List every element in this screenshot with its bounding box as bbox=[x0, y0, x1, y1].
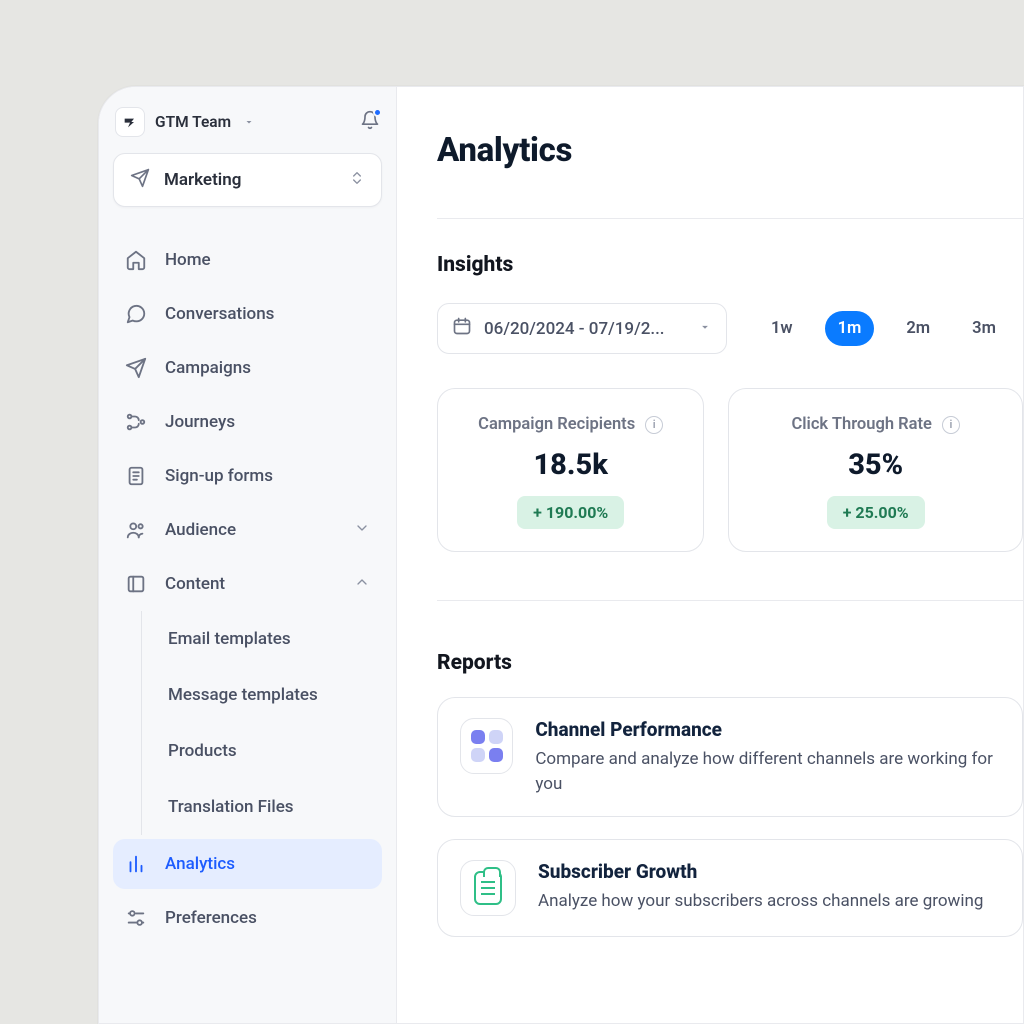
range-tab-3m[interactable]: 3m bbox=[962, 313, 1006, 344]
report-description: Analyze how your subscribers across chan… bbox=[538, 889, 983, 914]
chevron-up-icon bbox=[354, 574, 370, 595]
sidebar-item-preferences[interactable]: Preferences bbox=[113, 893, 382, 943]
reports-section: Reports Channel Performance Compare and … bbox=[437, 651, 1023, 937]
range-tab-1w[interactable]: 1w bbox=[761, 313, 803, 344]
sidebar-subitem-products[interactable]: Products bbox=[162, 723, 382, 779]
card-delta: + 190.00% bbox=[517, 496, 624, 529]
reports-title: Reports bbox=[437, 651, 1023, 675]
sliders-icon bbox=[125, 907, 147, 929]
notification-dot bbox=[373, 108, 382, 117]
team-name: GTM Team bbox=[155, 113, 231, 131]
users-icon bbox=[125, 519, 147, 541]
sidebar-item-journeys[interactable]: Journeys bbox=[113, 397, 382, 447]
sidebar-item-label: Journeys bbox=[165, 412, 235, 432]
sidebar-subitem-message-templates[interactable]: Message templates bbox=[162, 667, 382, 723]
card-value: 18.5k bbox=[458, 448, 683, 482]
sidebar-subitem-translation-files[interactable]: Translation Files bbox=[162, 779, 382, 835]
sidebar-item-label: Analytics bbox=[165, 854, 235, 874]
chat-icon bbox=[125, 303, 147, 325]
insight-cards: Campaign Recipients i 18.5k + 190.00% Cl… bbox=[437, 388, 1023, 552]
report-description: Compare and analyze how different channe… bbox=[535, 747, 1000, 796]
sidebar: GTM Team Marketing Home bbox=[99, 87, 397, 1023]
divider bbox=[437, 218, 1023, 219]
date-range-value: 06/20/2024 - 07/19/2... bbox=[484, 319, 665, 339]
chevron-down-icon bbox=[698, 319, 712, 339]
sidebar-content-submenu: Email templates Message templates Produc… bbox=[141, 611, 382, 835]
main-content: Analytics Insights 06/20/2024 - 07/19/2.… bbox=[397, 87, 1023, 1023]
report-title: Channel Performance bbox=[535, 718, 1000, 741]
card-delta: + 25.00% bbox=[827, 496, 925, 529]
workspace-switcher[interactable]: Marketing bbox=[113, 153, 382, 207]
sidebar-item-content[interactable]: Content bbox=[113, 559, 382, 609]
bar-chart-icon bbox=[125, 853, 147, 875]
sidebar-item-label: Sign-up forms bbox=[165, 466, 273, 486]
sidebar-item-home[interactable]: Home bbox=[113, 235, 382, 285]
send-icon bbox=[125, 357, 147, 379]
notifications-button[interactable] bbox=[360, 110, 380, 134]
sidebar-item-label: Conversations bbox=[165, 304, 274, 324]
branch-icon bbox=[125, 411, 147, 433]
sidebar-item-campaigns[interactable]: Campaigns bbox=[113, 343, 382, 393]
insight-controls: 06/20/2024 - 07/19/2... 1w 1m 2m 3m 6m 1… bbox=[437, 303, 1023, 354]
report-title: Subscriber Growth bbox=[538, 860, 983, 883]
sidebar-item-label: Preferences bbox=[165, 908, 257, 928]
sidebar-item-label: Content bbox=[165, 574, 225, 594]
form-icon bbox=[125, 465, 147, 487]
team-switcher[interactable]: GTM Team bbox=[113, 105, 382, 147]
card-label: Click Through Rate bbox=[791, 415, 931, 434]
brand-logo-icon bbox=[115, 107, 145, 137]
info-icon[interactable]: i bbox=[942, 416, 960, 434]
card-label: Campaign Recipients bbox=[478, 415, 635, 434]
paper-plane-icon bbox=[130, 168, 150, 192]
sidebar-subitem-email-templates[interactable]: Email templates bbox=[162, 611, 382, 667]
chevron-down-icon bbox=[243, 113, 255, 132]
card-value: 35% bbox=[749, 448, 1002, 482]
sidebar-item-label: Campaigns bbox=[165, 358, 251, 378]
report-subscriber-growth[interactable]: Subscriber Growth Analyze how your subsc… bbox=[437, 839, 1023, 937]
sidebar-item-label: Home bbox=[165, 250, 211, 270]
insights-title: Insights bbox=[437, 253, 1023, 277]
sidebar-nav: Home Conversations Campaigns Journeys Si… bbox=[113, 235, 382, 943]
range-tab-2m[interactable]: 2m bbox=[896, 313, 940, 344]
range-tabs: 1w 1m 2m 3m 6m 1y bbox=[761, 311, 1023, 346]
card-click-through-rate: Click Through Rate i 35% + 25.00% bbox=[728, 388, 1023, 552]
chevron-updown-icon bbox=[349, 170, 365, 190]
home-icon bbox=[125, 249, 147, 271]
app-window: GTM Team Marketing Home bbox=[98, 86, 1024, 1024]
info-icon[interactable]: i bbox=[645, 416, 663, 434]
sidebar-item-signup-forms[interactable]: Sign-up forms bbox=[113, 451, 382, 501]
calendar-icon bbox=[452, 316, 472, 341]
date-range-picker[interactable]: 06/20/2024 - 07/19/2... bbox=[437, 303, 727, 354]
chevron-down-icon bbox=[354, 520, 370, 541]
sidebar-item-audience[interactable]: Audience bbox=[113, 505, 382, 555]
layout-icon bbox=[125, 573, 147, 595]
sidebar-item-analytics[interactable]: Analytics bbox=[113, 839, 382, 889]
clipboard-icon bbox=[460, 860, 516, 916]
sidebar-item-label: Audience bbox=[165, 520, 236, 540]
divider bbox=[437, 600, 1023, 601]
sidebar-item-conversations[interactable]: Conversations bbox=[113, 289, 382, 339]
report-channel-performance[interactable]: Channel Performance Compare and analyze … bbox=[437, 697, 1023, 817]
grid-app-icon bbox=[460, 718, 513, 774]
page-title: Analytics bbox=[437, 131, 1023, 170]
range-tab-1m[interactable]: 1m bbox=[825, 311, 875, 346]
workspace-label: Marketing bbox=[164, 170, 241, 190]
card-campaign-recipients: Campaign Recipients i 18.5k + 190.00% bbox=[437, 388, 704, 552]
